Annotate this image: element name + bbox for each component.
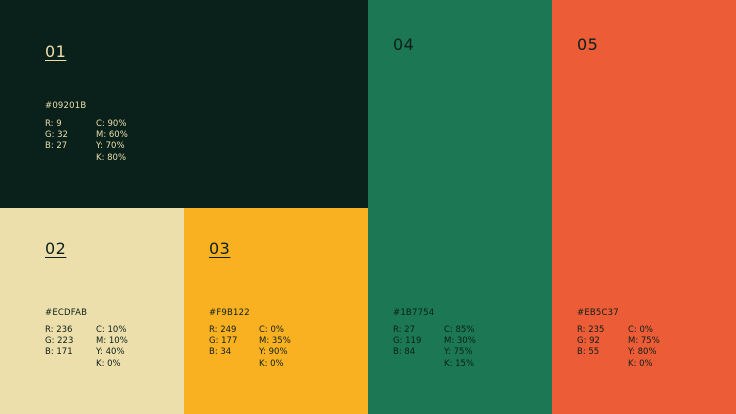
cmyk-k: K: 15% <box>444 358 475 369</box>
rgb-values: R: 249 G: 177 B: 34 <box>209 325 237 359</box>
cmyk-c: C: 90% <box>96 119 127 129</box>
rgb-g: G: 177 <box>209 336 238 347</box>
cmyk-values: C: 0% M: 75% Y: 80% K: 0% <box>628 325 660 370</box>
swatch-02: 02 #ECDFAB R: 236 G: 223 B: 171 C: 10% M… <box>0 208 184 414</box>
rgb-values: R: 236 G: 223 B: 171 <box>45 325 73 359</box>
swatch-number: 05 <box>577 35 599 54</box>
hex-code: #ECDFAB <box>45 308 88 318</box>
cmyk-y: Y: 90% <box>259 347 288 358</box>
cmyk-k: K: 0% <box>96 358 121 369</box>
cmyk-m: M: 35% <box>259 336 291 347</box>
cmyk-y: Y: 75% <box>444 347 473 358</box>
swatch-01: 01 #09201B R: 9 G: 32 B: 27 C: 90% M: 60… <box>0 0 368 208</box>
cmyk-k: K: 0% <box>259 358 284 369</box>
cmyk-m: M: 60% <box>96 130 128 141</box>
swatch-number: 03 <box>209 239 231 258</box>
cmyk-c: C: 85% <box>444 325 475 335</box>
rgb-r: R: 236 <box>45 325 73 335</box>
rgb-b: B: 84 <box>393 347 416 358</box>
cmyk-values: C: 0% M: 35% Y: 90% K: 0% <box>259 325 291 370</box>
rgb-values: R: 9 G: 32 B: 27 <box>45 119 68 153</box>
cmyk-y: Y: 80% <box>628 347 657 358</box>
rgb-g: G: 223 <box>45 336 74 347</box>
rgb-values: R: 235 G: 92 B: 55 <box>577 325 604 359</box>
rgb-r: R: 235 <box>577 325 605 335</box>
rgb-values: R: 27 G: 119 B: 84 <box>393 325 421 359</box>
rgb-r: R: 9 <box>45 119 62 129</box>
rgb-r: R: 27 <box>393 325 416 335</box>
cmyk-y: Y: 40% <box>96 347 125 358</box>
cmyk-m: M: 30% <box>444 336 476 347</box>
cmyk-m: M: 10% <box>96 336 128 347</box>
cmyk-y: Y: 70% <box>96 141 125 152</box>
rgb-b: B: 55 <box>577 347 600 358</box>
rgb-g: G: 119 <box>393 336 422 347</box>
hex-code: #EB5C37 <box>577 308 619 318</box>
cmyk-k: K: 0% <box>628 358 653 369</box>
swatch-number: 02 <box>45 239 67 258</box>
cmyk-c: C: 0% <box>628 325 653 335</box>
hex-code: #1B7754 <box>393 308 435 318</box>
rgb-b: B: 34 <box>209 347 232 358</box>
hex-code: #F9B122 <box>209 308 250 318</box>
cmyk-k: K: 80% <box>96 152 127 163</box>
cmyk-c: C: 0% <box>259 325 284 335</box>
cmyk-values: C: 85% M: 30% Y: 75% K: 15% <box>444 325 476 370</box>
swatch-03: 03 #F9B122 R: 249 G: 177 B: 34 C: 0% M: … <box>184 208 368 414</box>
swatch-04: 04 #1B7754 R: 27 G: 119 B: 84 C: 85% M: … <box>368 0 552 414</box>
rgb-b: B: 27 <box>45 141 68 152</box>
rgb-g: G: 92 <box>577 336 600 347</box>
hex-code: #09201B <box>45 101 87 111</box>
swatch-number: 01 <box>45 42 67 61</box>
cmyk-m: M: 75% <box>628 336 660 347</box>
swatch-number: 04 <box>393 35 415 54</box>
swatch-05: 05 #EB5C37 R: 235 G: 92 B: 55 C: 0% M: 7… <box>552 0 736 414</box>
rgb-g: G: 32 <box>45 130 68 141</box>
rgb-b: B: 171 <box>45 347 73 358</box>
cmyk-values: C: 10% M: 10% Y: 40% K: 0% <box>96 325 128 370</box>
cmyk-c: C: 10% <box>96 325 127 335</box>
rgb-r: R: 249 <box>209 325 237 335</box>
cmyk-values: C: 90% M: 60% Y: 70% K: 80% <box>96 119 128 164</box>
